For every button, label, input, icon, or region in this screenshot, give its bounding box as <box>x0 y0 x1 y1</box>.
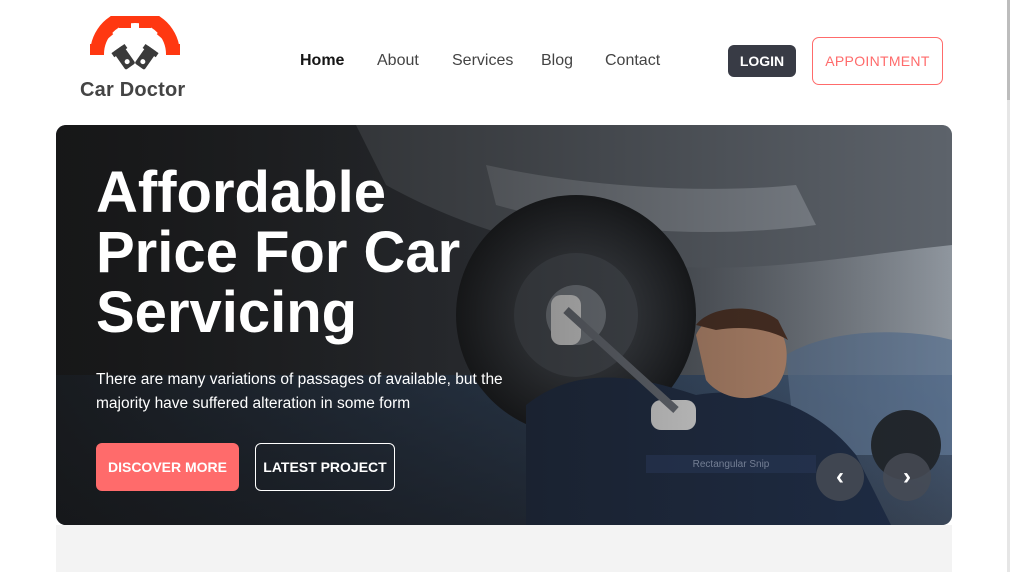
brand-name: Car Doctor <box>80 79 186 101</box>
nav-contact[interactable]: Contact <box>605 52 660 70</box>
nav-services[interactable]: Services <box>452 52 513 70</box>
next-section <box>56 525 952 572</box>
hero-banner: Affordable Price For Car Servicing There… <box>56 125 952 525</box>
brand-logo[interactable]: Car Doctor <box>80 16 190 106</box>
nav-about[interactable]: About <box>377 52 419 70</box>
nav-blog[interactable]: Blog <box>541 52 573 70</box>
nav-home[interactable]: Home <box>300 52 344 70</box>
rectangular-snip-overlay: Rectangular Snip <box>646 455 816 473</box>
gear-pistons-icon <box>90 16 180 70</box>
carousel-prev-button[interactable]: ‹ <box>816 453 864 501</box>
discover-more-button[interactable]: DISCOVER MORE <box>96 443 239 491</box>
hero-title: Affordable Price For Car Servicing <box>96 160 461 345</box>
latest-project-button[interactable]: LATEST PROJECT <box>255 443 395 491</box>
login-button[interactable]: LOGIN <box>728 45 796 77</box>
appointment-button[interactable]: APPOINTMENT <box>812 37 943 85</box>
carousel-next-button[interactable]: › <box>883 453 931 501</box>
hero-subtitle: There are many variations of passages of… <box>96 371 503 412</box>
